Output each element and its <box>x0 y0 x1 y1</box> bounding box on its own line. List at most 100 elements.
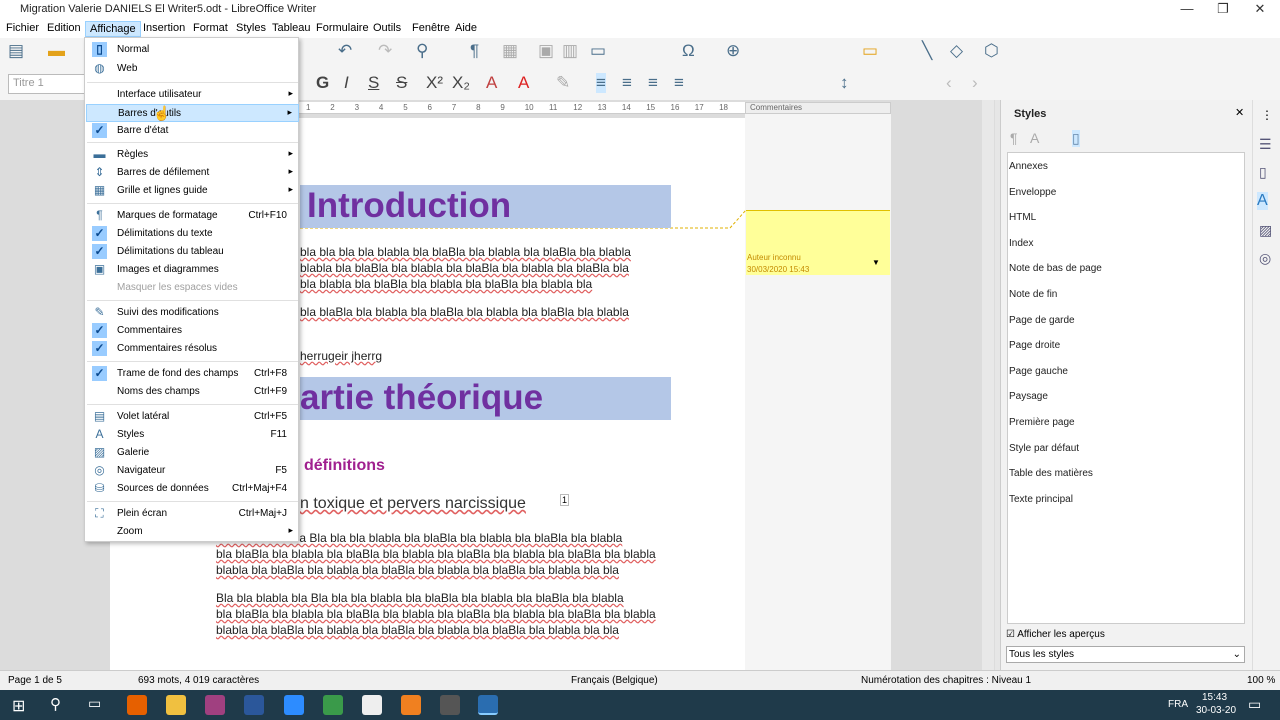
page-count[interactable]: Page 1 de 5 <box>8 675 62 686</box>
menu-item-zoom[interactable]: Zoom ▸ <box>86 523 299 541</box>
menu-item-volet-latéral[interactable]: ▤ Volet latéral Ctrl+F5 <box>86 408 299 426</box>
notification-icon[interactable]: ▭ <box>1248 696 1261 713</box>
writer-icon[interactable] <box>478 695 498 715</box>
navigator-deck-icon[interactable]: ◎ <box>1259 250 1271 267</box>
menu-item-grille-et-lignes-guide[interactable]: ▦ Grille et lignes guide ▸ <box>86 182 299 200</box>
menu-aide[interactable]: Aide <box>451 21 481 37</box>
subscript-icon[interactable]: X₂ <box>452 73 470 93</box>
style-item[interactable]: Paysage <box>1009 391 1048 402</box>
paragraph-style-box[interactable]: Titre 1 <box>8 74 88 94</box>
edit-app-icon[interactable] <box>401 695 421 715</box>
redo-icon[interactable]: ↷ <box>378 41 392 61</box>
style-item[interactable]: Note de fin <box>1009 289 1057 300</box>
menu-affichage[interactable]: Affichage <box>85 21 141 37</box>
comment-menu-icon[interactable]: ▼ <box>872 258 880 267</box>
table-icon[interactable]: ▦ <box>502 41 518 61</box>
bold-icon[interactable]: G <box>316 73 329 93</box>
app-window-icon[interactable] <box>440 695 460 715</box>
textbox-icon[interactable]: ▭ <box>590 41 606 61</box>
image-icon[interactable]: ▣ <box>538 41 554 61</box>
page-deck-icon[interactable]: ▯ <box>1259 164 1267 181</box>
find-replace-icon[interactable]: ⚲ <box>416 41 428 61</box>
font-color-icon[interactable]: A <box>518 73 529 93</box>
superscript-icon[interactable]: X² <box>426 73 443 93</box>
menu-item-barres-de-défilement[interactable]: ⇕ Barres de défilement ▸ <box>86 164 299 182</box>
style-item[interactable]: Page gauche <box>1009 366 1068 377</box>
style-item[interactable]: Page droite <box>1009 340 1060 351</box>
search-icon[interactable]: ⚲ <box>50 695 61 713</box>
style-item[interactable]: Table des matières <box>1009 468 1093 479</box>
menu-item-suivi-des-modifications[interactable]: ✎ Suivi des modifications <box>86 304 299 322</box>
zoom-app-icon[interactable] <box>284 695 304 715</box>
menu-styles[interactable]: Styles <box>232 21 270 37</box>
sidebar-close-icon[interactable]: ✕ <box>1235 106 1244 119</box>
special-character-icon[interactable]: Ω <box>682 41 695 61</box>
menu-item-barre-d-état[interactable]: ✓ Barre d'état <box>86 122 299 140</box>
menu-item-marques-de-formatage[interactable]: ¶ Marques de formatage Ctrl+F10 <box>86 207 299 225</box>
style-filter-select[interactable]: Tous les styles ⌄ <box>1006 646 1245 663</box>
close-button[interactable]: ✕ <box>1240 1 1280 17</box>
paragraph-styles-icon[interactable]: ¶ <box>1010 130 1018 146</box>
draw-icon[interactable]: ⬡ <box>984 41 999 61</box>
comment-note[interactable]: Auteur inconnu 30/03/2020 15:43 ▼ <box>746 210 890 275</box>
style-item[interactable]: HTML <box>1009 212 1036 223</box>
style-item[interactable]: Enveloppe <box>1009 187 1056 198</box>
word-count[interactable]: 693 mots, 4 019 caractères <box>138 675 259 686</box>
clear-format-icon[interactable]: A <box>486 73 497 93</box>
style-item[interactable]: Annexes <box>1009 161 1048 172</box>
menu-format[interactable]: Format <box>189 21 232 37</box>
underline-icon[interactable]: S <box>368 73 379 93</box>
character-styles-icon[interactable]: A <box>1030 130 1039 146</box>
word-icon[interactable] <box>244 695 264 715</box>
vertical-scrollbar[interactable] <box>982 100 994 670</box>
menu-item-galerie[interactable]: ▨ Galerie <box>86 444 299 462</box>
justify-icon[interactable]: ≡ <box>674 73 684 93</box>
style-item[interactable]: Index <box>1009 238 1033 249</box>
open-icon[interactable]: ▬ <box>48 41 65 61</box>
menu-tableau[interactable]: Tableau <box>268 21 315 37</box>
properties-icon[interactable]: ☰ <box>1259 136 1272 153</box>
menu-item-sources-de-données[interactable]: ⛁ Sources de données Ctrl+Maj+F4 <box>86 480 299 498</box>
menu-item-barres-d-outils[interactable]: Barres d'outils ▸ <box>86 104 299 122</box>
style-item[interactable]: Première page <box>1009 417 1075 428</box>
highlight-icon[interactable]: ✎ <box>556 73 570 93</box>
next-icon[interactable]: › <box>972 73 978 93</box>
minimize-button[interactable]: — <box>1167 1 1207 16</box>
layers-icon[interactable] <box>323 695 343 715</box>
show-previews-checkbox[interactable]: ☑ Afficher les aperçus <box>1006 629 1105 640</box>
menu-item-délimitations-du-tableau[interactable]: ✓ Délimitations du tableau <box>86 243 299 261</box>
clock-time[interactable]: 15:43 <box>1202 692 1227 703</box>
menu-outils[interactable]: Outils <box>369 21 405 37</box>
new-document-icon[interactable]: ▤ <box>8 41 24 61</box>
footnote-anchor[interactable]: 1 <box>560 494 570 506</box>
chart-icon[interactable]: ▥ <box>562 41 578 61</box>
more-options-icon[interactable]: ⋮ <box>1261 108 1273 122</box>
style-item[interactable]: Style par défaut <box>1009 443 1079 454</box>
ruler[interactable]: 1 2 3 4 5 6 7 8 9 10 11 12 13 14 15 16 17 18 <box>298 102 745 114</box>
windows-start-icon[interactable]: ⊞ <box>12 696 25 716</box>
menu-item-normal[interactable]: ▯ Normal <box>86 41 299 59</box>
menu-formulaire[interactable]: Formulaire <box>312 21 373 37</box>
document-icon[interactable] <box>362 695 382 715</box>
firefox-icon[interactable] <box>127 695 147 715</box>
menu-fichier[interactable]: Fichier <box>2 21 43 37</box>
menu-item-commentaires-résolus[interactable]: ✓ Commentaires résolus <box>86 340 299 358</box>
menu-item-règles[interactable]: ▬ Règles ▸ <box>86 146 299 164</box>
align-left-icon[interactable]: ≡ <box>596 73 606 93</box>
menu-item-images-et-diagrammes[interactable]: ▣ Images et diagrammes <box>86 261 299 279</box>
language[interactable]: Français (Belgique) <box>571 675 658 686</box>
input-language[interactable]: FRA <box>1168 699 1188 710</box>
menu-fenêtre[interactable]: Fenêtre <box>408 21 454 37</box>
line-icon[interactable]: ╲ <box>922 41 932 61</box>
styles-deck-icon[interactable]: A <box>1257 192 1268 210</box>
gallery-deck-icon[interactable]: ▨ <box>1259 222 1272 239</box>
menu-item-web[interactable]: ◍ Web <box>86 60 299 78</box>
italic-icon[interactable]: I <box>344 73 349 93</box>
maximize-button[interactable]: ❐ <box>1203 1 1243 17</box>
menu-item-navigateur[interactable]: ◎ Navigateur F5 <box>86 462 299 480</box>
formatting-marks-icon[interactable]: ¶ <box>470 41 479 61</box>
hyperlink-icon[interactable]: ⊕ <box>726 41 740 61</box>
menu-item-plein-écran[interactable]: ⛶ Plein écran Ctrl+Maj+J <box>86 505 299 523</box>
align-right-icon[interactable]: ≡ <box>648 73 658 93</box>
app-icon[interactable] <box>205 695 225 715</box>
